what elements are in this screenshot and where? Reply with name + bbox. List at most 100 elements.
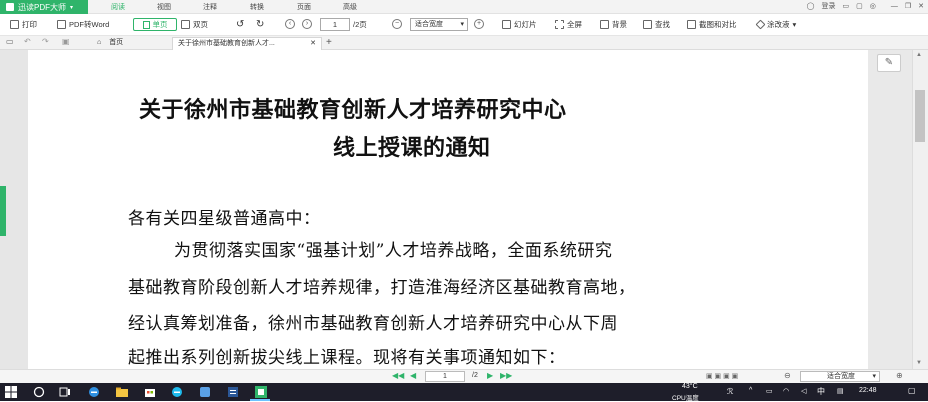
double-page-button[interactable]: 双页: [181, 19, 208, 30]
search-icon[interactable]: [33, 386, 45, 398]
edit-pen-button[interactable]: ✎: [877, 54, 901, 72]
settings-icon[interactable]: ◎: [870, 2, 876, 10]
slideshow-icon: [502, 20, 511, 29]
menu-view[interactable]: 视图: [157, 2, 171, 12]
pen-icon: ✎: [884, 57, 894, 68]
first-page-icon[interactable]: ◀◀: [392, 371, 404, 380]
zoom-in-icon[interactable]: ⊕: [896, 371, 903, 380]
fullscreen-button[interactable]: 全屏: [555, 19, 582, 30]
notification-icon[interactable]: ▢: [908, 386, 916, 395]
scroll-down-icon[interactable]: ▼: [916, 360, 922, 366]
document-title-line2: 线上授课的通知: [333, 135, 491, 161]
prev-page-icon[interactable]: ‹: [285, 19, 295, 29]
file-explorer-icon[interactable]: [116, 386, 128, 398]
scroll-up-icon[interactable]: ▲: [916, 52, 922, 58]
page-number-input[interactable]: 1: [320, 18, 350, 31]
eraser-icon: [755, 19, 766, 30]
background-button[interactable]: 背景: [600, 19, 627, 30]
eraser-button[interactable]: 涂改液 ▾: [755, 19, 797, 30]
menu-advanced[interactable]: 高级: [343, 2, 357, 12]
next-page-icon[interactable]: ▶: [487, 371, 493, 380]
body-line: 基础教育阶段创新人才培养规律，打造淮海经济区基础教育高地，: [128, 278, 636, 298]
minimize-button[interactable]: —: [891, 3, 898, 10]
scroll-thumb[interactable]: [915, 90, 925, 142]
app-menu-button[interactable]: 迅读PDF大师 ▾: [0, 0, 88, 14]
tab-bar: ▭ ↶ ↷ ▣ ⌂ 首页 关于徐州市基础教育创新人才... ✕ +: [0, 36, 928, 50]
app-logo-icon: [6, 3, 14, 11]
print-button[interactable]: 打印: [10, 19, 37, 30]
single-page-button[interactable]: 单页: [133, 18, 177, 31]
undo-icon[interactable]: ↶: [24, 37, 31, 46]
search-icon: [643, 20, 652, 29]
chevron-down-icon: ▾: [70, 4, 74, 11]
store-icon[interactable]: [144, 386, 156, 398]
home-icon: ⌂: [97, 39, 102, 46]
status-bar: ◀◀ ◀ 1 /2 ▶ ▶▶ ▣ ▣ ▣ ▣ ⊖ 适合宽度 ▾ ⊕: [0, 369, 928, 383]
find-button[interactable]: 查找: [643, 19, 670, 30]
login-link[interactable]: 登录: [821, 1, 835, 11]
app-icon[interactable]: [199, 386, 211, 398]
tab-home[interactable]: ⌂ 首页: [92, 37, 128, 50]
skin-icon[interactable]: ▢: [856, 2, 863, 10]
chevron-down-icon: ▾: [792, 20, 797, 29]
single-page-icon: [142, 20, 150, 29]
rotate-right-button[interactable]: ↻: [256, 19, 264, 30]
pdf-to-word-button[interactable]: PDF转Word: [57, 19, 109, 30]
last-page-icon[interactable]: ▶▶: [500, 371, 512, 380]
printer-icon: [10, 20, 19, 29]
close-tab-icon[interactable]: ✕: [310, 38, 316, 50]
view-mode-icons[interactable]: ▣ ▣ ▣ ▣: [706, 372, 738, 380]
user-icon[interactable]: ◯: [807, 2, 815, 10]
battery-icon[interactable]: ▭: [766, 387, 773, 395]
network-icon[interactable]: ◠: [783, 387, 789, 395]
task-view-icon[interactable]: [59, 386, 71, 398]
zoom-out-icon[interactable]: ⊖: [784, 371, 791, 380]
app-name: 迅读PDF大师: [18, 2, 66, 12]
tab-document[interactable]: 关于徐州市基础教育创新人才... ✕: [172, 37, 322, 50]
body-line: 为贯彻落实国家“强基计划”人才培养战略，全面系统研究: [174, 241, 613, 261]
screenshot-compare-button[interactable]: 截图和对比: [687, 19, 737, 30]
close-button[interactable]: ✕: [918, 2, 924, 10]
ime-indicator[interactable]: 中: [817, 386, 825, 397]
menu-page[interactable]: 页面: [297, 2, 311, 12]
zoom-out-icon[interactable]: −: [392, 19, 402, 29]
word-icon[interactable]: [227, 386, 239, 398]
restore-button[interactable]: ❐: [905, 2, 911, 10]
status-page-total: /2: [472, 372, 478, 379]
zoom-in-icon[interactable]: +: [474, 19, 484, 29]
status-page-input[interactable]: 1: [425, 371, 465, 382]
sidebar-toggle-handle[interactable]: [0, 186, 6, 236]
edge-browser-icon[interactable]: [88, 386, 100, 398]
menu-read[interactable]: 阅读: [111, 2, 125, 12]
pdf-reader-taskbar-icon[interactable]: [255, 386, 267, 398]
ie-browser-icon[interactable]: [171, 386, 183, 398]
chevron-down-icon: ▾: [872, 373, 876, 380]
fullscreen-icon: [555, 20, 564, 29]
next-page-icon[interactable]: ›: [302, 19, 312, 29]
redo-icon[interactable]: ↷: [42, 37, 49, 46]
tray-expand-icon[interactable]: ^: [749, 387, 752, 394]
page-total: /2页: [353, 20, 367, 29]
screenshot-icon: [687, 20, 696, 29]
toolbar: 打印 PDF转Word 单页 双页 ↺ ↻ ‹ › 1 /2页 − 适合宽度 ▾ …: [0, 14, 928, 36]
clock-time[interactable]: 22:48: [859, 387, 877, 394]
zoom-select[interactable]: 适合宽度 ▾: [410, 18, 468, 31]
save-icon[interactable]: ▣: [62, 37, 70, 46]
body-line: 起推出系列创新拔尖线上课程。现将有关事项通知如下：: [128, 348, 566, 368]
open-folder-icon[interactable]: ▭: [6, 37, 14, 46]
rotate-left-button[interactable]: ↺: [236, 19, 244, 30]
menu-annotate[interactable]: 注释: [203, 2, 217, 12]
add-tab-button[interactable]: +: [326, 37, 332, 48]
title-bar: 迅读PDF大师 ▾ 阅读 视图 注释 转换 页面 高级 ◯ 登录 ▭ ▢ ◎ —…: [0, 0, 928, 14]
volume-icon[interactable]: ◁: [801, 387, 806, 395]
menu-convert[interactable]: 转换: [250, 2, 264, 12]
message-icon[interactable]: ▭: [842, 2, 849, 10]
status-zoom-select[interactable]: 适合宽度 ▾: [800, 371, 880, 382]
windows-start-icon[interactable]: [5, 386, 17, 398]
people-icon[interactable]: ℛ: [727, 387, 733, 396]
double-page-icon: [181, 20, 190, 29]
prev-page-icon[interactable]: ◀: [410, 371, 416, 380]
slideshow-button[interactable]: 幻灯片: [502, 19, 537, 30]
keyboard-icon[interactable]: ▤: [837, 387, 844, 395]
salutation: 各有关四星级普通高中：: [128, 209, 321, 229]
